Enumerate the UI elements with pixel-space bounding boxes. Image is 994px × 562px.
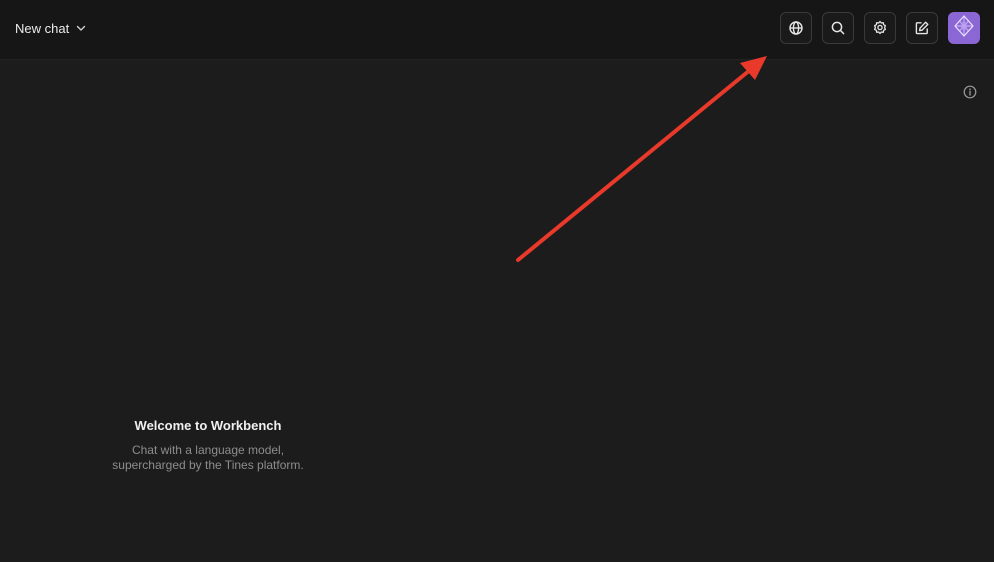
globe-icon (788, 20, 804, 36)
edit-icon (914, 20, 930, 36)
chat-title: New chat (15, 20, 70, 36)
chevron-down-icon (75, 22, 87, 34)
globe-button[interactable] (780, 12, 812, 44)
welcome-subtitle: Chat with a language model, supercharged… (58, 443, 358, 473)
annotation-arrow (516, 56, 767, 262)
diamond-logo-icon (952, 14, 976, 43)
welcome-panel: Welcome to Workbench Chat with a languag… (58, 418, 358, 473)
new-chat-button[interactable] (906, 12, 938, 44)
welcome-title: Welcome to Workbench (134, 418, 282, 433)
search-button[interactable] (822, 12, 854, 44)
info-icon (963, 85, 977, 104)
user-avatar[interactable] (948, 12, 980, 44)
search-icon (830, 20, 846, 36)
chat-selector-dropdown[interactable]: New chat (15, 18, 87, 38)
welcome-subtitle-line-2: supercharged by the Tines platform. (112, 458, 304, 472)
settings-button[interactable] (864, 12, 896, 44)
info-button[interactable] (962, 85, 978, 104)
top-bar: New chat (0, 0, 994, 60)
gear-icon (872, 20, 888, 36)
workbench-app: New chat Welcome to Workbench Chat with … (0, 0, 994, 562)
welcome-subtitle-line-1: Chat with a language model, (131, 443, 285, 457)
